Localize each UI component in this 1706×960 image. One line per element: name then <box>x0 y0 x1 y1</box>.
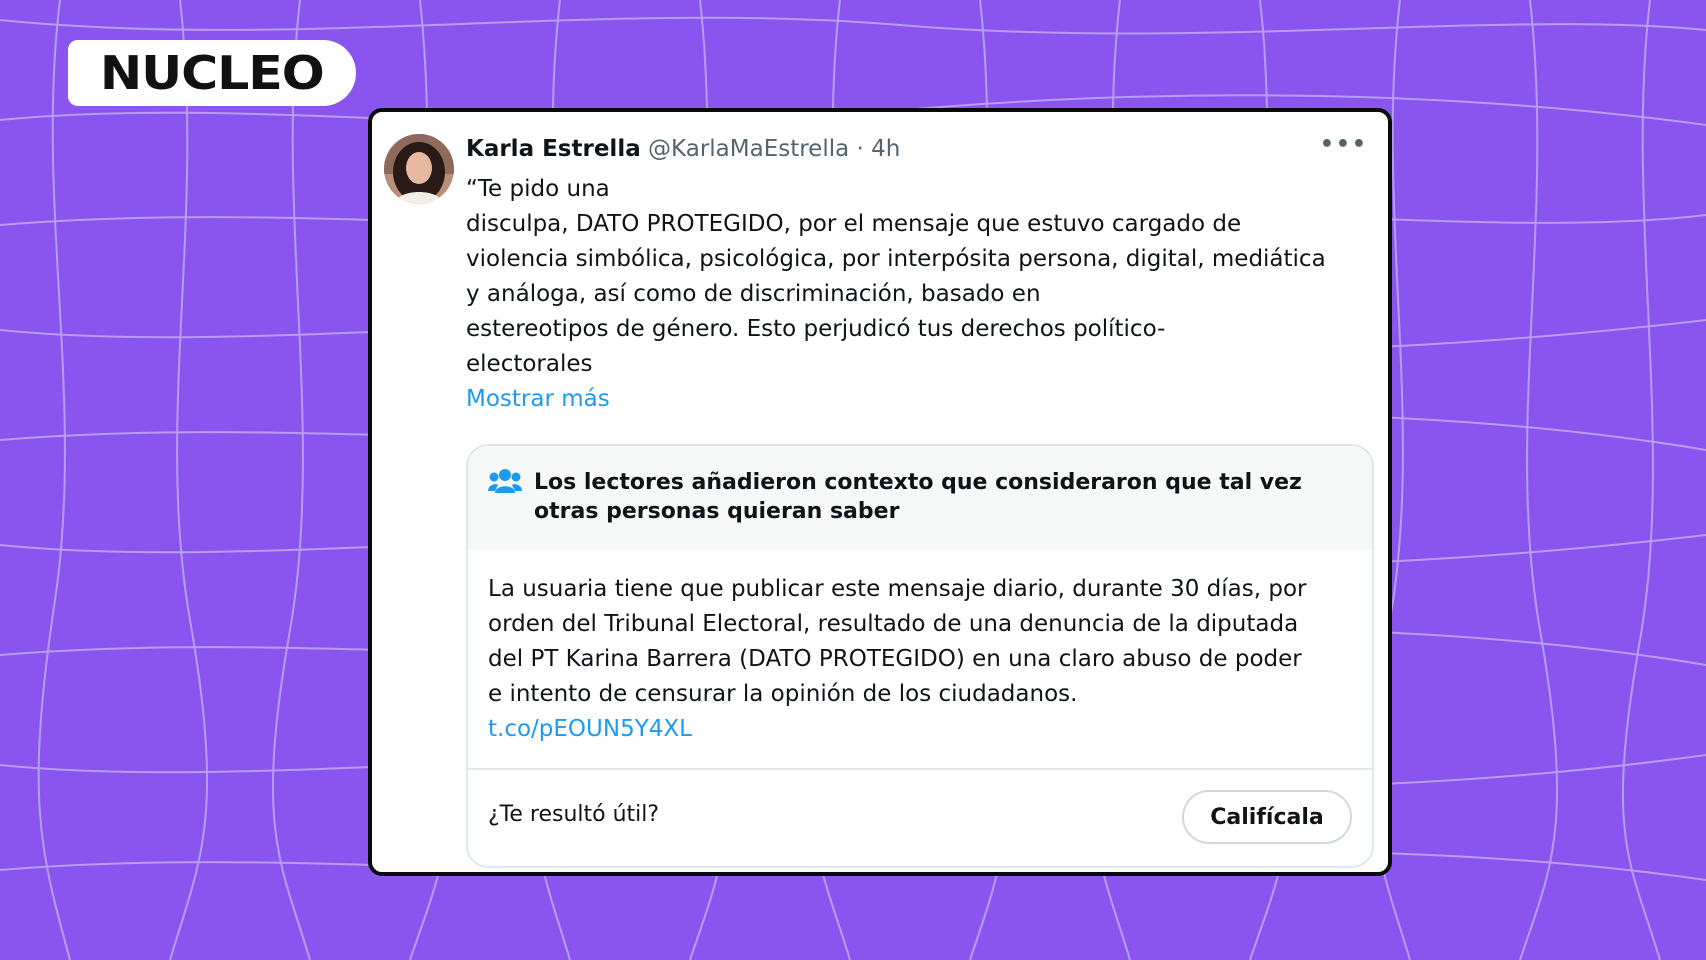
tweet-text-line: disculpa, DATO PROTEGIDO, por el mensaje… <box>466 211 1242 237</box>
author-name[interactable]: Karla Estrella <box>466 136 641 162</box>
tweet-text-line: violencia simbólica, psicológica, por in… <box>466 246 1326 272</box>
note-body-line: del PT Karina Barrera (DATO PROTEGIDO) e… <box>488 646 1302 672</box>
more-icon[interactable]: ••• <box>1320 132 1368 157</box>
helpful-question: ¿Te resultó útil? <box>488 802 660 827</box>
note-body-line: e intento de censurar la opinión de los … <box>488 681 1078 707</box>
tweet-text: “Te pido una disculpa, DATO PROTEGIDO, p… <box>466 172 1376 417</box>
avatar-photo-icon <box>384 134 454 204</box>
rate-note-button[interactable]: Califícala <box>1182 790 1352 844</box>
tweet-text-line: electorales <box>466 351 593 377</box>
tweet-header: Karla Estrella @KarlaMaEstrella · 4h <box>466 136 900 162</box>
note-body-line: La usuaria tiene que publicar este mensa… <box>488 576 1307 602</box>
divider <box>468 768 1372 770</box>
separator-dot: · <box>856 136 864 162</box>
tweet-time[interactable]: 4h <box>871 136 900 162</box>
note-source-link[interactable]: t.co/pEOUN5Y4XL <box>488 712 1358 747</box>
tweet-text-line: estereotipos de género. Esto perjudicó t… <box>466 316 1166 342</box>
community-note-body: La usuaria tiene que publicar este mensa… <box>488 572 1358 747</box>
show-more-link[interactable]: Mostrar más <box>466 382 1376 417</box>
people-icon <box>488 469 522 493</box>
tweet-text-line: “Te pido una <box>466 176 610 202</box>
nucleo-logo: NUCLEO <box>68 40 356 106</box>
community-note: Los lectores añadieron contexto que cons… <box>466 444 1374 868</box>
community-note-title: Los lectores añadieron contexto que cons… <box>534 470 1302 524</box>
note-body-line: orden del Tribunal Electoral, resultado … <box>488 611 1299 637</box>
avatar[interactable] <box>384 134 454 204</box>
community-note-header: Los lectores añadieron contexto que cons… <box>468 446 1372 550</box>
tweet-text-line: y análoga, así como de discriminación, b… <box>466 281 1041 307</box>
tweet-card: Karla Estrella @KarlaMaEstrella · 4h •••… <box>368 108 1392 876</box>
logo-text: NUCLEO <box>100 46 325 100</box>
author-handle[interactable]: @KarlaMaEstrella <box>648 136 849 162</box>
